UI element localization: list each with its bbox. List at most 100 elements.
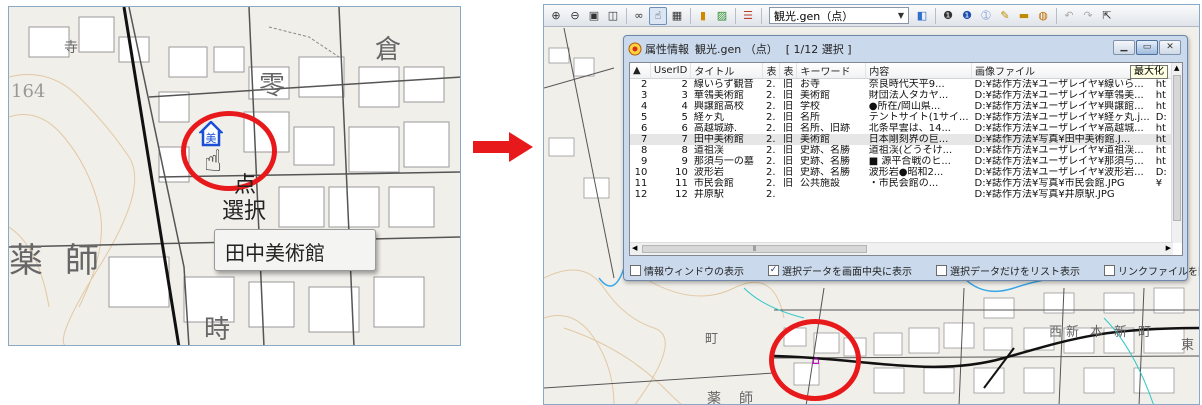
table-cell: 史跡、名勝 <box>799 156 850 167</box>
table-row[interactable]: 5 5 経ヶ丸 2. 旧名所 テントサイト(1サイ... D:¥誌作方法¥ユーザレイヤ¥経ヶ… <box>630 112 1182 123</box>
redo-icon[interactable]: ↷ <box>1079 7 1097 25</box>
map-kanji-kura: 倉 <box>375 35 402 65</box>
info-icon[interactable]: ❶ <box>939 7 957 25</box>
table-cell: 道祖渓 <box>693 145 724 156</box>
layer-select-value: 観光.gen（点） <box>774 9 854 23</box>
table-row[interactable]: 4 4 興譲館高校 2. 旧学校 ●所在/岡山県... D:¥誌作方法¥ユーザレイヤ¥興譲館… <box>630 101 1182 112</box>
globe-icon[interactable]: ◍ <box>1034 7 1052 25</box>
table-cell: 華鴒美術館 <box>693 90 744 101</box>
museum-pin-icon[interactable]: ⌂ <box>812 353 820 367</box>
checkbox-box[interactable]: ✓ <box>768 264 779 276</box>
table-cell: 経ヶ丸 <box>693 112 724 123</box>
table-cell: D:¥誌作方法¥写真¥田中美術館.J... <box>971 134 1153 145</box>
table-icon[interactable]: ▦ <box>668 7 686 25</box>
checkbox-box[interactable] <box>936 264 947 276</box>
table-cell: 奈良時代天平9... <box>868 79 945 90</box>
horizontal-scroll-thumb[interactable]: ⦀ <box>642 245 867 253</box>
hand-pointer-icon[interactable]: ☝ <box>649 6 667 25</box>
image-icon[interactable]: ▨ <box>713 7 731 25</box>
table-cell: 2. <box>765 189 776 200</box>
table-cell: D:¥誌作方法¥ユーザレイヤ¥那須与... <box>974 156 1144 167</box>
map-temple-mark: 寺 <box>64 40 78 56</box>
table-cell: 10 <box>675 167 688 178</box>
column-header-col5[interactable]: 表 <box>779 63 798 79</box>
table-cell: D:¥誌作方法¥ユーザレイヤ¥波形岩... <box>974 167 1144 178</box>
table-cell: 2. <box>765 178 776 189</box>
zoom-full-icon[interactable]: ◫ <box>604 7 622 25</box>
table-row[interactable]: 6 6 高越城跡. 2. 旧名所、旧跡 北条早雲は、14... D:¥誌作方法¥ユーザレイヤ… <box>630 123 1182 134</box>
dialog-title: 属性情報 <box>645 43 689 56</box>
list-icon[interactable]: ☰ <box>739 7 757 25</box>
attribute-table[interactable]: ▲ UserID タイトル 表 表 キーワード 内容 画像ファイル 2 2 線いらず… <box>629 62 1183 256</box>
table-cell: 道祖渓(どうそけ... <box>868 145 953 156</box>
column-header-keyword[interactable]: キーワード <box>796 63 867 79</box>
table-row[interactable]: 8 8 道祖渓 2. 旧史跡、名勝 道祖渓(どうそけ... D:¥誌作方法¥ユーザレイヤ¥道… <box>630 145 1182 156</box>
horizontal-scrollbar[interactable]: ◀ ⦀ ▶ <box>630 242 1173 255</box>
maximize-button[interactable]: ▭ <box>1136 40 1158 55</box>
table-row[interactable]: 11 11 市民会館 2. 旧公共施設 ・市民会館の... D:¥誌作方法¥写真¥市民会館.… <box>630 178 1182 189</box>
table-row[interactable]: 12 12 井原駅 2. D:¥誌作方法¥写真¥井原駅.JPG <box>630 189 1182 200</box>
table-cell: 8 <box>641 145 648 156</box>
info-light-icon[interactable]: ➀ <box>977 7 995 25</box>
minimize-button[interactable]: ▁ <box>1113 40 1135 55</box>
zoomed-map-view: 薬 師 零 倉 時 寺 164 美 ☝ 点 選択 田中美術館 <box>8 6 461 346</box>
info-blue-icon[interactable]: ❶ <box>958 7 976 25</box>
table-cell: 8 <box>681 145 688 156</box>
table-cell: 5 <box>641 112 648 123</box>
column-header-col4[interactable]: 表 <box>762 63 781 79</box>
bar-chart-icon[interactable]: ▮ <box>694 7 712 25</box>
table-cell: 旧 <box>782 123 793 134</box>
table-cell: 旧 <box>782 167 793 178</box>
column-header-content[interactable]: 内容 <box>865 63 973 79</box>
checkbox-box[interactable] <box>1104 264 1115 276</box>
table-row[interactable]: 10 10 波形岩 2. 旧史跡、名勝 波形岩●昭和2... D:¥誌作方法¥ユーザレイヤ¥… <box>630 167 1182 178</box>
vertical-scroll-thumb[interactable] <box>1173 75 1181 221</box>
map-kanji-machi-2: 町 <box>1138 325 1152 340</box>
layer-select[interactable]: 観光.gen（点） ▼ <box>769 7 909 24</box>
list-selected-only-checkbox[interactable]: 選択データだけをリスト表示 <box>936 263 1080 278</box>
checkbox-box[interactable] <box>630 264 641 276</box>
table-cell: 9 <box>681 156 688 167</box>
map-kanji-shi: 師 <box>65 241 99 281</box>
scroll-up-icon[interactable]: ▲ <box>1174 64 1179 72</box>
column-header-title[interactable]: タイトル <box>690 63 764 79</box>
table-row[interactable]: 2 2 線いらず観音 2. 旧お寺 奈良時代天平9... D:¥誌作方法¥ユーザレイヤ¥線い… <box>630 79 1182 91</box>
table-cell: 公共施設 <box>799 178 840 189</box>
table-cell: D:¥誌作方法¥ユーザレイヤ¥興譲館... <box>974 101 1144 112</box>
table-cell: 線いらず観音 <box>693 79 754 90</box>
toolbar-separator <box>761 7 762 24</box>
table-cell: ●所在/岡山県... <box>868 101 941 112</box>
column-header-image-file[interactable]: 画像ファイル <box>971 63 1154 79</box>
dialog-layer-name: 観光.gen （点） <box>695 43 778 56</box>
table-cell: テントサイト(1サイ... <box>868 112 969 123</box>
table-row[interactable]: 3 3 華鴒美術館 2. 旧美術館 財団法人タカヤ... D:¥誌作方法¥ユーザレイヤ¥華鴒… <box>630 90 1182 101</box>
undo-icon[interactable]: ↶ <box>1060 7 1078 25</box>
scroll-right-icon[interactable]: ▶ <box>1166 244 1171 252</box>
dialog-options: 情報ウィンドウの表示 ✓ 選択データを画面中央に表示 選択データだけをリスト表示 … <box>630 262 1199 278</box>
show-info-window-checkbox[interactable]: 情報ウィンドウの表示 <box>630 263 744 278</box>
zoom-out-icon[interactable]: ⊖ <box>566 7 584 25</box>
hand-cursor-icon: ☝ <box>204 144 223 179</box>
table-cell: 旧 <box>782 112 793 123</box>
table-row[interactable]: 7 7 田中美術館 2. 旧美術館 日本剛刻界の巨... D:¥誌作方法¥写真¥田中美術館.… <box>630 134 1182 145</box>
ruler-icon[interactable]: ▬ <box>1015 7 1033 25</box>
pen-icon[interactable]: ✎ <box>996 7 1014 25</box>
table-cell: 3 <box>681 90 688 101</box>
checkbox-label: 情報ウィンドウの表示 <box>644 266 744 278</box>
toolbar-separator <box>935 7 936 24</box>
zoom-in-icon[interactable]: ⊕ <box>547 7 565 25</box>
scroll-left-icon[interactable]: ◀ <box>632 244 637 252</box>
table-cell: D:¥誌作方法¥写真¥市民会館.JPG <box>974 178 1125 189</box>
export-icon[interactable]: ⇱ <box>1098 7 1116 25</box>
close-button[interactable]: ✕ <box>1159 40 1181 55</box>
column-header-userid[interactable]: UserID <box>650 63 692 79</box>
vertical-scrollbar[interactable]: ▲ <box>1171 63 1182 243</box>
table-cell: 日本剛刻界の巨... <box>865 134 972 145</box>
table-row[interactable]: 9 9 那須与一の墓 2. 旧史跡、名勝 ■ 源平合戦のヒ... D:¥誌作方法¥ユーザレイ… <box>630 156 1182 167</box>
layer-icon[interactable]: ◧ <box>913 7 931 25</box>
zoom-fit-icon[interactable]: ▣ <box>585 7 603 25</box>
sort-column-header[interactable]: ▲ <box>630 63 651 79</box>
center-selection-checkbox[interactable]: ✓ 選択データを画面中央に表示 <box>768 263 912 278</box>
binoculars-icon[interactable]: ∞ <box>630 7 648 25</box>
open-link-file-checkbox[interactable]: リンクファイルを開く <box>1104 263 1199 278</box>
